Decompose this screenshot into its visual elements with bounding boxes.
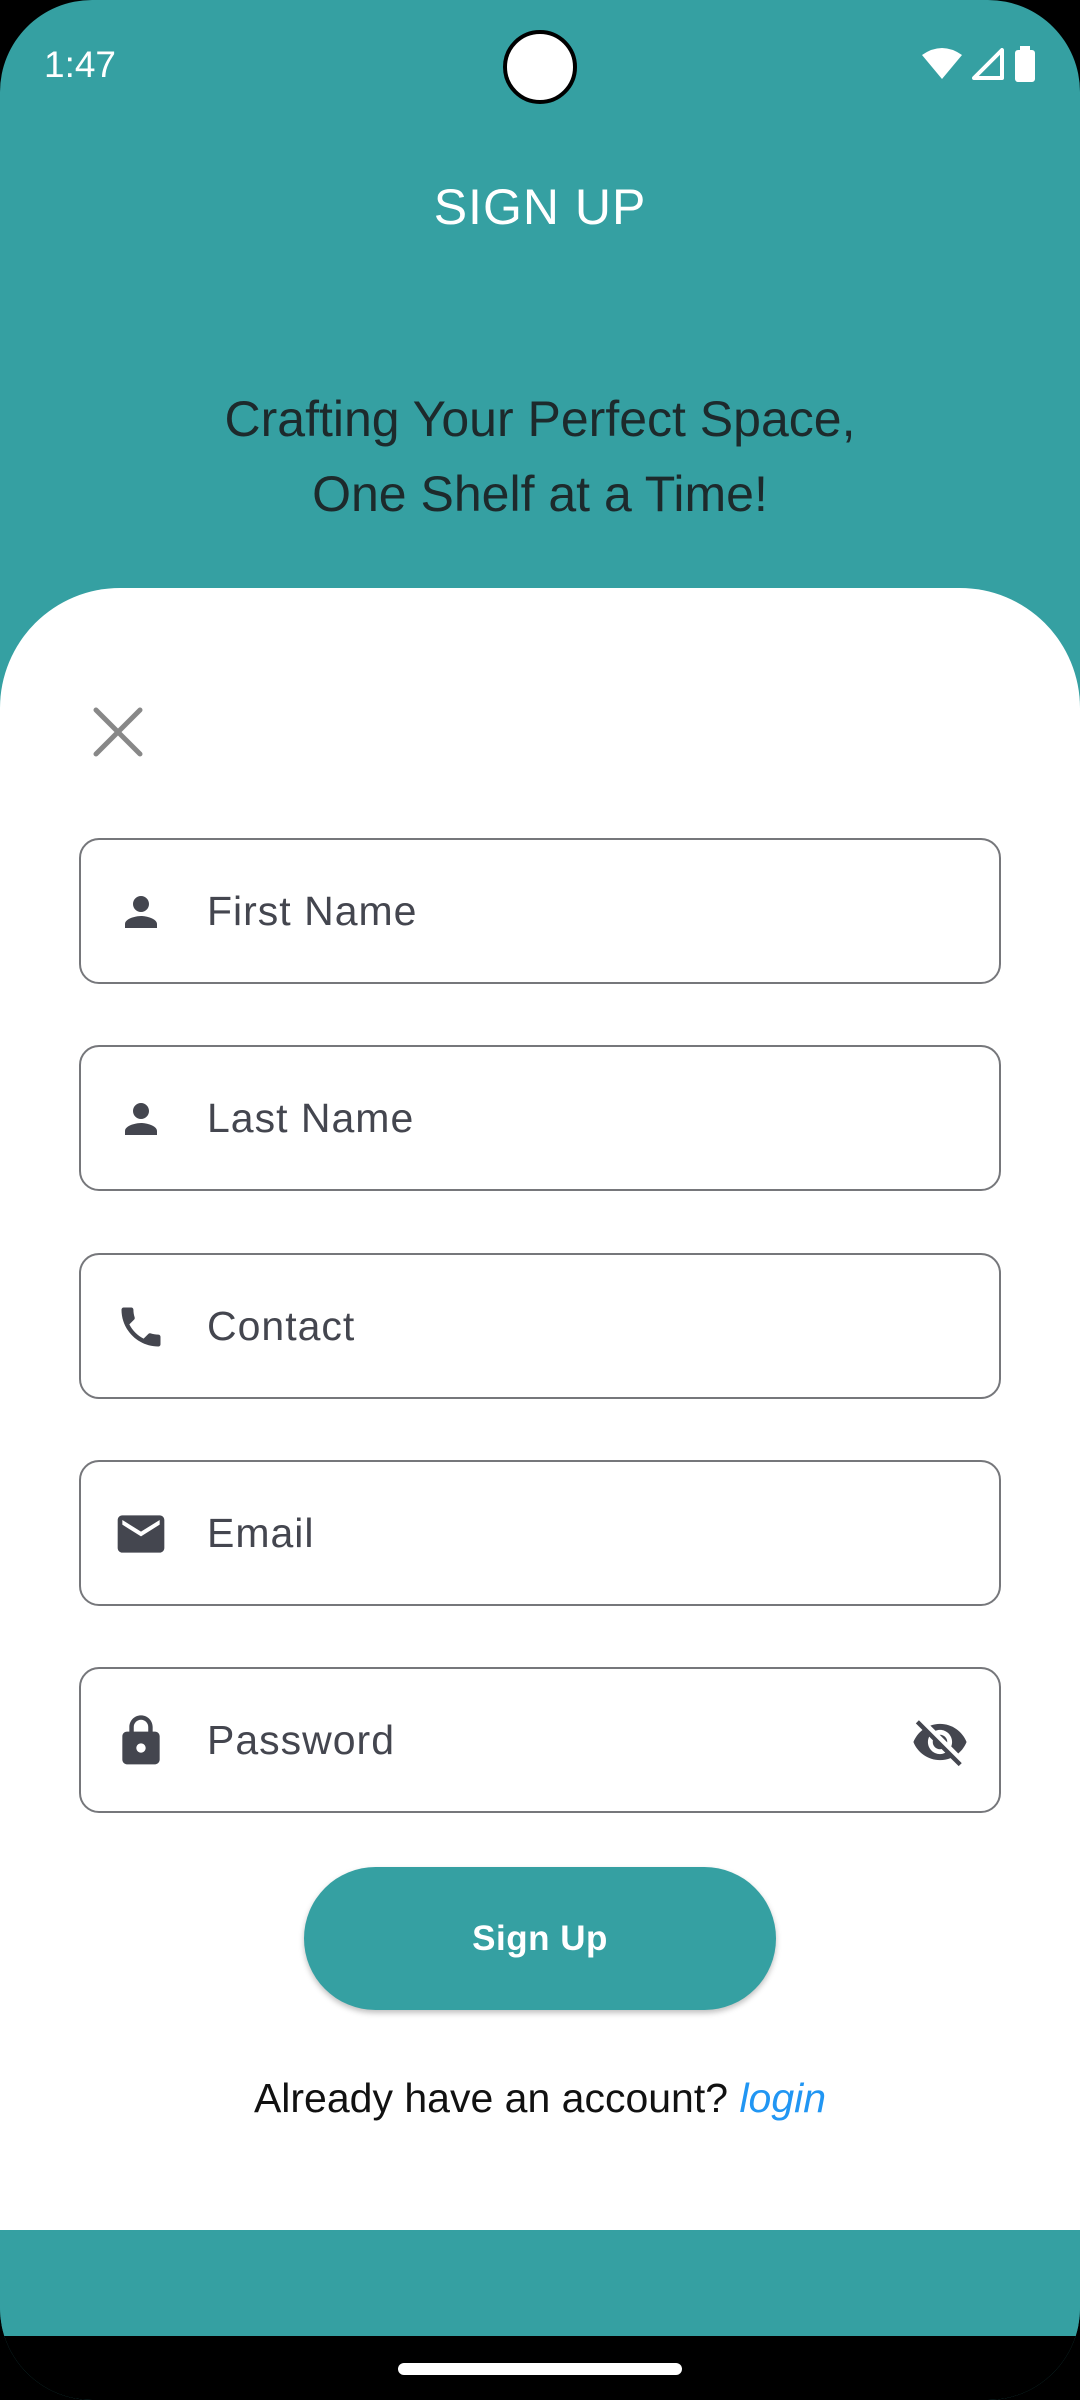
status-time: 1:47	[44, 44, 117, 85]
battery-icon	[1015, 46, 1035, 82]
wifi-icon	[922, 48, 962, 79]
first-name-input[interactable]	[207, 840, 907, 982]
close-button[interactable]	[82, 696, 154, 768]
login-link[interactable]: login	[739, 2075, 826, 2121]
mail-icon	[113, 1506, 169, 1562]
password-visibility-toggle[interactable]	[909, 1711, 971, 1773]
email-input[interactable]	[207, 1462, 907, 1604]
person-icon	[113, 884, 169, 940]
password-field[interactable]	[79, 1667, 1001, 1813]
password-input[interactable]	[207, 1669, 907, 1811]
login-prompt-text: Already have an account?	[253, 2075, 740, 2121]
signal-icon	[972, 48, 1004, 80]
tagline-line-2: One Shelf at a Time!	[312, 466, 768, 522]
status-bar: 1:47	[0, 0, 1080, 130]
signup-button[interactable]: Sign Up	[304, 1867, 776, 2010]
camera-cutout	[503, 30, 577, 104]
first-name-field[interactable]	[79, 838, 1001, 984]
login-prompt-row: Already have an account? login	[0, 2075, 1080, 2122]
visibility-off-icon	[913, 1720, 967, 1767]
contact-input[interactable]	[207, 1255, 907, 1397]
close-icon	[93, 707, 143, 757]
bottom-strip	[0, 2230, 1080, 2336]
tagline-line-1: Crafting Your Perfect Space,	[224, 391, 856, 447]
person-icon	[113, 1091, 169, 1147]
status-icons	[922, 46, 1036, 82]
screen: 1:47 SIGN UP Crafting Your Perfect Space…	[0, 0, 1080, 2400]
tagline: Crafting Your Perfect Space, One Shelf a…	[120, 382, 960, 532]
lock-icon	[113, 1713, 169, 1769]
last-name-field[interactable]	[79, 1045, 1001, 1191]
email-field[interactable]	[79, 1460, 1001, 1606]
page-title: SIGN UP	[433, 179, 647, 235]
contact-field[interactable]	[79, 1253, 1001, 1399]
last-name-input[interactable]	[207, 1047, 907, 1189]
home-indicator[interactable]	[398, 2363, 682, 2375]
phone-icon	[113, 1299, 169, 1355]
